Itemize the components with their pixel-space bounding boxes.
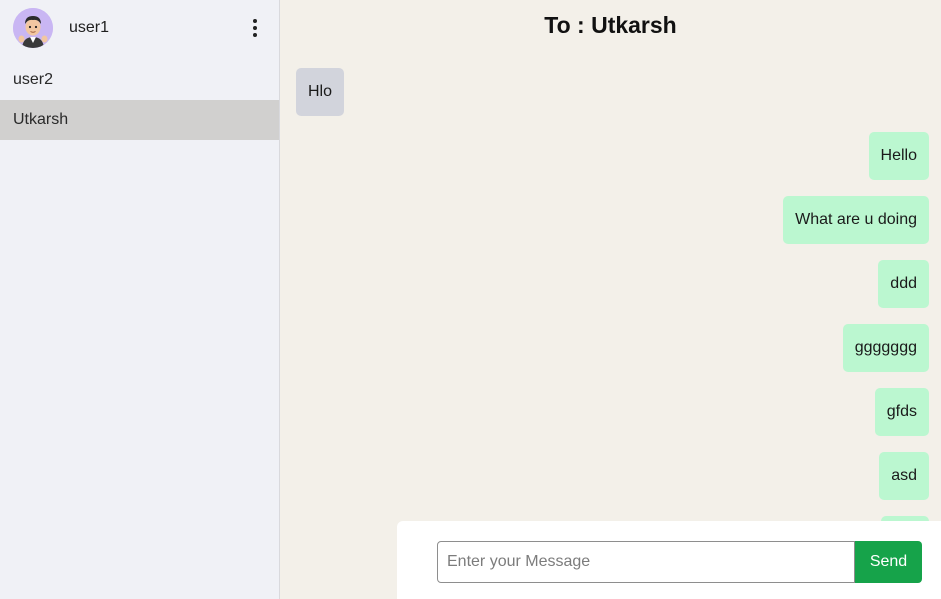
- kebab-menu-icon[interactable]: [247, 17, 263, 39]
- current-user-name: user1: [69, 19, 110, 36]
- avatar[interactable]: [13, 8, 53, 48]
- message-outgoing: ddd: [878, 260, 929, 308]
- message-outgoing: gfds: [874, 388, 929, 436]
- sidebar: user1 user2 Utkarsh: [0, 0, 280, 599]
- message-outgoing: asd: [879, 452, 929, 500]
- contact-item-utkarsh[interactable]: Utkarsh: [0, 100, 279, 140]
- message-outgoing: What are u doing: [783, 196, 929, 244]
- message-input[interactable]: [437, 541, 855, 583]
- contact-label: user2: [13, 71, 54, 88]
- profile-header: user1: [0, 0, 279, 60]
- contact-label: Utkarsh: [13, 111, 69, 128]
- message-outgoing: ggggggg: [842, 324, 929, 372]
- message-composer: Send: [397, 521, 941, 599]
- message-outgoing: Hello: [868, 132, 929, 180]
- memoji-avatar-icon: [13, 8, 53, 48]
- chat-panel: To : Utkarsh Hlo Hello What are u doing …: [280, 0, 941, 599]
- chat-title: To : Utkarsh: [544, 12, 677, 38]
- message-incoming: Hlo: [296, 68, 345, 116]
- contact-item-user2[interactable]: user2: [0, 60, 279, 100]
- send-button[interactable]: Send: [855, 541, 922, 583]
